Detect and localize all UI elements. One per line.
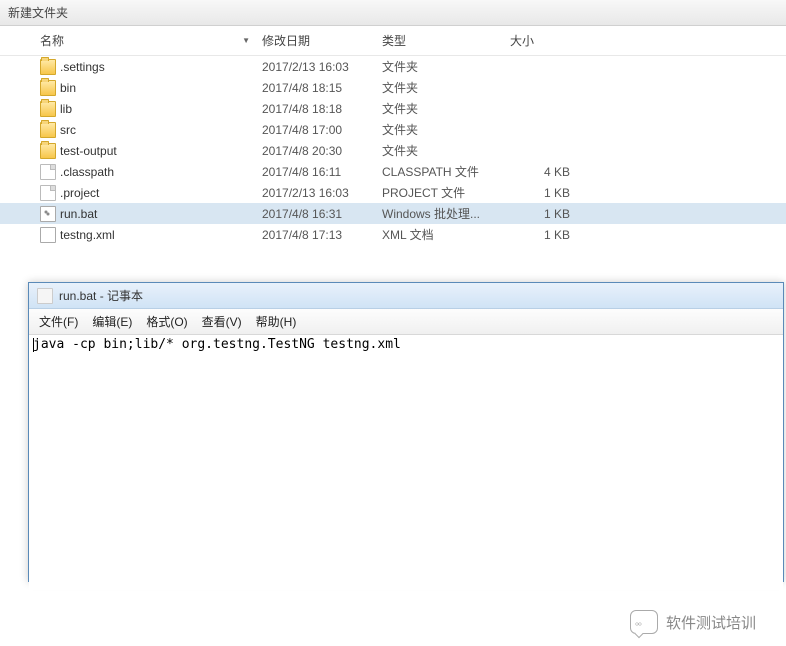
notepad-icon: [37, 288, 53, 304]
menu-help[interactable]: 帮助(H): [250, 311, 303, 332]
explorer-window: 新建文件夹 名称 ▼ 修改日期 类型 大小 .settings 2017/2/13…: [0, 0, 786, 245]
cell-type: CLASSPATH 文件: [382, 163, 510, 180]
cell-size: 1 KB: [510, 228, 580, 242]
cell-date: 2017/4/8 18:15: [262, 81, 382, 95]
cell-type: PROJECT 文件: [382, 184, 510, 201]
menu-format[interactable]: 格式(O): [140, 311, 193, 332]
file-row[interactable]: run.bat 2017/4/8 16:31Windows 批处理...1 KB: [0, 203, 786, 224]
notepad-window: run.bat - 记事本 文件(F) 编辑(E) 格式(O) 查看(V) 帮助…: [28, 282, 784, 582]
folder-icon: [40, 101, 56, 117]
file-row[interactable]: testng.xml 2017/4/8 17:13XML 文档1 KB: [0, 224, 786, 245]
header-size[interactable]: 大小: [510, 32, 580, 49]
watermark-text: 软件测试培训: [666, 612, 756, 633]
cell-date: 2017/4/8 18:18: [262, 102, 382, 116]
cell-date: 2017/4/8 17:13: [262, 228, 382, 242]
file-name: .project: [60, 186, 99, 200]
cell-name: src: [0, 122, 262, 138]
folder-icon: [40, 59, 56, 75]
file-row[interactable]: src 2017/4/8 17:00文件夹: [0, 119, 786, 140]
file-name: run.bat: [60, 207, 97, 221]
cell-type: 文件夹: [382, 121, 510, 138]
notepad-textarea[interactable]: java -cp bin;lib/* org.testng.TestNG tes…: [29, 335, 783, 590]
cell-type: 文件夹: [382, 100, 510, 117]
file-name: src: [60, 123, 76, 137]
cell-type: 文件夹: [382, 79, 510, 96]
cell-type: 文件夹: [382, 58, 510, 75]
header-date[interactable]: 修改日期: [262, 32, 382, 49]
file-name: .classpath: [60, 165, 114, 179]
cell-date: 2017/4/8 16:11: [262, 165, 382, 179]
notepad-title-text: run.bat - 记事本: [59, 287, 143, 304]
cell-date: 2017/2/13 16:03: [262, 60, 382, 74]
watermark: 软件测试培训: [630, 610, 756, 634]
cell-name: testng.xml: [0, 227, 262, 243]
cell-name: run.bat: [0, 206, 262, 222]
file-row[interactable]: bin 2017/4/8 18:15文件夹: [0, 77, 786, 98]
cell-date: 2017/4/8 16:31: [262, 207, 382, 221]
menu-view[interactable]: 查看(V): [196, 311, 248, 332]
cell-name: .classpath: [0, 164, 262, 180]
cell-size: 4 KB: [510, 165, 580, 179]
file-row[interactable]: .project 2017/2/13 16:03PROJECT 文件1 KB: [0, 182, 786, 203]
file-name: lib: [60, 102, 72, 116]
file-name: bin: [60, 81, 76, 95]
folder-icon: [40, 122, 56, 138]
file-row[interactable]: test-output 2017/4/8 20:30文件夹: [0, 140, 786, 161]
cell-name: bin: [0, 80, 262, 96]
cell-date: 2017/4/8 17:00: [262, 123, 382, 137]
header-name[interactable]: 名称 ▼: [0, 32, 262, 49]
menu-file[interactable]: 文件(F): [33, 311, 84, 332]
folder-icon: [40, 80, 56, 96]
cell-size: 1 KB: [510, 207, 580, 221]
file-row[interactable]: .settings 2017/2/13 16:03文件夹: [0, 56, 786, 77]
file-name: test-output: [60, 144, 117, 158]
file-list: 名称 ▼ 修改日期 类型 大小 .settings 2017/2/13 16:03…: [0, 26, 786, 245]
file-name: .settings: [60, 60, 105, 74]
column-headers: 名称 ▼ 修改日期 类型 大小: [0, 26, 786, 56]
cell-name: .project: [0, 185, 262, 201]
notepad-menubar: 文件(F) 编辑(E) 格式(O) 查看(V) 帮助(H): [29, 309, 783, 335]
cell-type: 文件夹: [382, 142, 510, 159]
cell-name: lib: [0, 101, 262, 117]
cell-name: .settings: [0, 59, 262, 75]
folder-icon: [40, 143, 56, 159]
notepad-titlebar[interactable]: run.bat - 记事本: [29, 283, 783, 309]
header-type[interactable]: 类型: [382, 32, 510, 49]
toolbar: 新建文件夹: [0, 0, 786, 26]
file-icon: [40, 185, 56, 201]
file-row[interactable]: .classpath 2017/4/8 16:11CLASSPATH 文件4 KB: [0, 161, 786, 182]
batch-file-icon: [40, 206, 56, 222]
cell-date: 2017/4/8 20:30: [262, 144, 382, 158]
file-row[interactable]: lib 2017/4/8 18:18文件夹: [0, 98, 786, 119]
new-folder-button[interactable]: 新建文件夹: [8, 6, 68, 20]
wechat-icon: [630, 610, 658, 634]
cell-type: Windows 批处理...: [382, 205, 510, 222]
sort-indicator-icon: ▼: [242, 36, 250, 45]
cell-name: test-output: [0, 143, 262, 159]
menu-edit[interactable]: 编辑(E): [86, 311, 138, 332]
cell-type: XML 文档: [382, 226, 510, 243]
file-name: testng.xml: [60, 228, 115, 242]
file-icon: [40, 164, 56, 180]
xml-file-icon: [40, 227, 56, 243]
cell-date: 2017/2/13 16:03: [262, 186, 382, 200]
cell-size: 1 KB: [510, 186, 580, 200]
